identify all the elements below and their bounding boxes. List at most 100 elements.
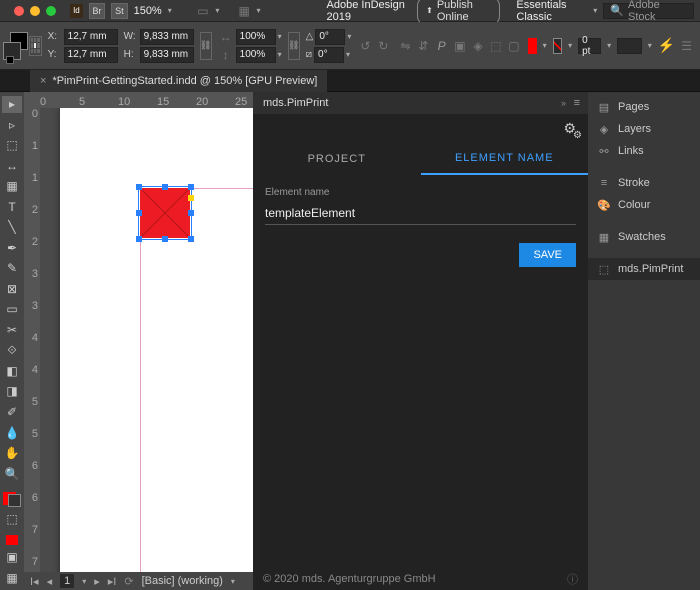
page[interactable] (60, 108, 253, 572)
pen-tool[interactable]: ✒ (2, 240, 22, 257)
panel-layers[interactable]: ◈Layers (588, 118, 700, 140)
page-number-field[interactable]: 1 (60, 574, 74, 588)
direct-selection-tool[interactable]: ▹ (2, 117, 22, 134)
zoom-level[interactable]: 150% (134, 5, 162, 17)
fill-stroke-swatches[interactable] (8, 30, 23, 62)
flip-h-icon[interactable]: ⇋ (397, 38, 413, 54)
minimize-window[interactable] (30, 6, 40, 16)
arrange-dropdown-icon[interactable]: ▾ (257, 6, 261, 15)
select-content-icon[interactable]: ◈ (470, 38, 486, 54)
page-dropdown-icon[interactable]: ▾ (82, 577, 86, 586)
zoom-tool[interactable]: 🔍 (2, 465, 22, 482)
panel-links[interactable]: ⚯Links (588, 140, 700, 162)
gradient-feather-tool[interactable]: ◨ (2, 383, 22, 400)
reference-p-icon[interactable]: P (437, 38, 446, 54)
reference-point[interactable] (29, 36, 42, 56)
view-options-icon[interactable]: ▭ (197, 3, 210, 19)
selected-frame[interactable] (140, 188, 190, 238)
pencil-tool[interactable]: ✎ (2, 260, 22, 277)
apply-color-icon[interactable] (6, 535, 18, 545)
panel-stroke[interactable]: ≡Stroke (588, 172, 700, 194)
default-fill-stroke-icon[interactable]: ⬚ (2, 511, 22, 528)
fill-swatch[interactable] (528, 38, 537, 54)
window-controls[interactable] (6, 6, 64, 16)
first-page-icon[interactable]: I◂ (30, 575, 39, 588)
panel-colour[interactable]: 🎨Colour (588, 194, 700, 216)
next-page-icon[interactable]: ▸ (94, 575, 100, 588)
save-button[interactable]: SAVE (519, 243, 576, 267)
workspace-switcher[interactable]: Essentials Classic (516, 0, 587, 23)
scale-y-field[interactable]: 100% (236, 47, 276, 63)
rotate-ccw-icon[interactable]: ↺ (357, 38, 373, 54)
shear-field[interactable]: 0° (314, 47, 344, 63)
type-tool[interactable]: T (2, 199, 22, 216)
bridge-button[interactable]: Br (89, 3, 105, 19)
last-page-icon[interactable]: ▸I (108, 575, 117, 588)
tab-project[interactable]: PROJECT (253, 143, 421, 175)
scale-x-field[interactable]: 100% (236, 29, 276, 45)
element-name-input[interactable] (265, 202, 576, 225)
fill-dropdown-icon[interactable]: ▾ (543, 41, 547, 50)
eyedropper-tool[interactable]: 💧 (2, 424, 22, 441)
control-menu-icon[interactable]: ☰ (681, 38, 692, 54)
expand-panel-icon[interactable]: » (561, 98, 566, 108)
stroke-style-field[interactable] (617, 38, 642, 54)
arrange-icon[interactable]: ▦ (238, 3, 251, 19)
gradient-swatch-tool[interactable]: ◧ (2, 363, 22, 380)
rotate-cw-icon[interactable]: ↻ (375, 38, 391, 54)
pasteboard[interactable] (40, 108, 253, 572)
line-tool[interactable]: ╲ (2, 219, 22, 236)
constrain-wh-icon[interactable]: ⛓ (200, 32, 212, 60)
preflight-dropdown-icon[interactable]: ▾ (231, 577, 235, 586)
corner-live-handle[interactable] (188, 195, 194, 201)
note-tool[interactable]: ✐ (2, 404, 22, 421)
panel-pages[interactable]: ▤Pages (588, 96, 700, 118)
panel-pimprint[interactable]: ⬚mds.PimPrint (588, 258, 700, 280)
view-mode-preview[interactable]: ▦ (2, 570, 22, 587)
panel-menu-icon[interactable]: ≡ (574, 97, 580, 109)
vertical-ruler[interactable]: 01122334455667788 (24, 108, 40, 572)
rectangle-frame-tool[interactable]: ⊠ (2, 281, 22, 298)
zoom-dropdown-icon[interactable]: ▾ (168, 6, 172, 15)
stroke-dropdown-icon[interactable]: ▾ (568, 41, 572, 50)
horizontal-ruler[interactable]: 05101520253035 (24, 92, 253, 108)
search-input[interactable]: 🔍Adobe Stock (603, 3, 694, 19)
w-field[interactable]: 9,833 mm (140, 29, 194, 45)
select-prev-icon[interactable]: ⬚ (488, 38, 504, 54)
pimprint-panel-tab[interactable]: mds.PimPrint » ≡ (253, 92, 588, 114)
close-tab-icon[interactable]: × (40, 75, 46, 87)
preflight-status[interactable]: [Basic] (working) (142, 575, 223, 587)
scissors-tool[interactable]: ✂ (2, 322, 22, 339)
free-transform-tool[interactable]: ⟐ (2, 342, 22, 359)
panel-swatches[interactable]: ▦Swatches (588, 226, 700, 248)
gap-tool[interactable]: ↔ (2, 158, 22, 175)
page-tool[interactable]: ⬚ (2, 137, 22, 154)
hand-tool[interactable]: ✋ (2, 445, 22, 462)
tab-element-name[interactable]: ELEMENT NAME (421, 143, 589, 175)
quick-apply-icon[interactable]: ⚡ (658, 37, 675, 54)
constrain-scale-icon[interactable]: ⛓ (288, 32, 300, 60)
y-field[interactable]: 12,7 mm (64, 47, 118, 63)
content-collector-tool[interactable]: ▦ (2, 178, 22, 195)
workspace-dropdown-icon[interactable]: ▾ (593, 6, 597, 15)
info-icon[interactable]: ⓘ (567, 571, 578, 587)
flip-v-icon[interactable]: ⇵ (415, 38, 431, 54)
selection-tool[interactable]: ▸ (2, 96, 22, 113)
x-field[interactable]: 12,7 mm (64, 29, 118, 45)
rectangle-tool[interactable]: ▭ (2, 301, 22, 318)
view-dropdown-icon[interactable]: ▾ (215, 6, 219, 15)
view-mode-normal[interactable]: ▣ (2, 549, 22, 566)
select-next-icon[interactable]: ▢ (506, 38, 522, 54)
settings-icon[interactable]: ⚙ (563, 120, 576, 137)
stroke-swatch[interactable] (553, 38, 563, 54)
h-field[interactable]: 9,833 mm (140, 47, 194, 63)
stroke-weight-field[interactable]: 0 pt (578, 38, 601, 54)
close-window[interactable] (14, 6, 24, 16)
fill-stroke-toggle[interactable] (3, 492, 21, 507)
stock-button[interactable]: St (111, 3, 127, 19)
maximize-window[interactable] (46, 6, 56, 16)
prev-page-icon[interactable]: ◂ (47, 575, 53, 588)
document-tab[interactable]: × *PimPrint-GettingStarted.indd @ 150% [… (30, 70, 327, 92)
select-container-icon[interactable]: ▣ (452, 38, 468, 54)
rotate-field[interactable]: 0° (315, 29, 345, 45)
